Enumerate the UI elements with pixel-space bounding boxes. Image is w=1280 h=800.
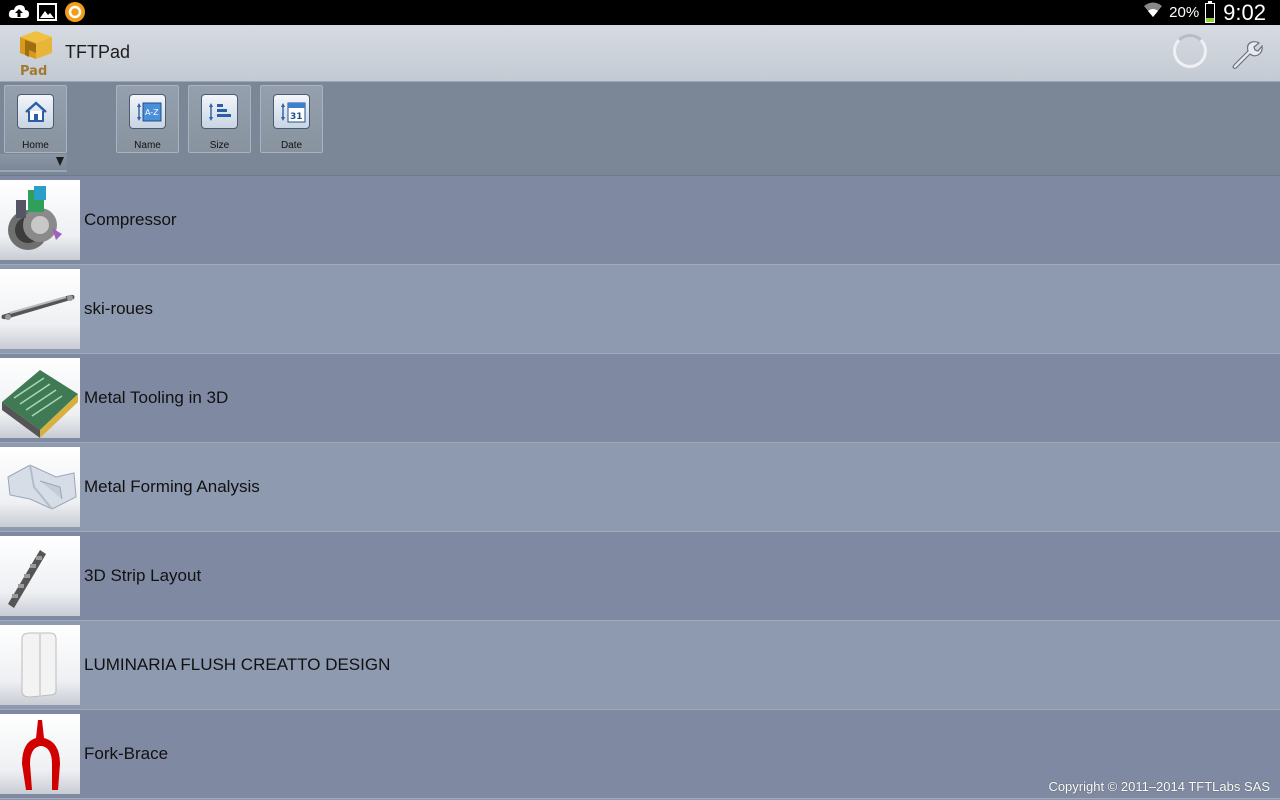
compressor-thumbnail xyxy=(0,180,80,260)
list-item-title: Compressor xyxy=(84,210,177,229)
app-title: TFTPad xyxy=(65,42,131,62)
gallery-icon xyxy=(36,2,58,22)
loading-spinner xyxy=(1173,34,1207,68)
name-label: Name xyxy=(134,140,161,151)
action-bar: Pad TFTPad xyxy=(0,25,1280,82)
list-item-3d-strip-layout[interactable]: 3D Strip Layout xyxy=(0,532,1280,621)
home-label: Home xyxy=(22,140,49,151)
sort-alpha-icon: A-Z xyxy=(136,102,161,121)
sync-app-icon xyxy=(64,2,86,22)
svg-text:31: 31 xyxy=(290,112,303,122)
sort-by-date-button[interactable]: 31 Date xyxy=(260,85,323,153)
svg-text:Pad: Pad xyxy=(20,64,47,77)
list-item-luminaria[interactable]: LUMINARIA FLUSH CREATTO DESIGN xyxy=(0,621,1280,710)
list-item-metal-forming[interactable]: Metal Forming Analysis xyxy=(0,443,1280,532)
list-item-ski-roues[interactable]: ski-roues xyxy=(0,265,1280,354)
list-item-title: Metal Forming Analysis xyxy=(84,477,260,496)
list-item-title: Fork-Brace xyxy=(84,744,169,763)
home-button[interactable]: Home xyxy=(4,85,67,153)
sort-by-name-button[interactable]: A-Z Name xyxy=(116,85,179,153)
size-label: Size xyxy=(209,140,230,151)
strip-layout-thumbnail xyxy=(0,536,80,616)
list-item-metal-tooling[interactable]: Metal Tooling in 3D xyxy=(0,354,1280,443)
sort-size-icon xyxy=(208,102,231,121)
sort-by-size-button[interactable]: Size xyxy=(188,85,251,153)
app-logo[interactable]: Pad xyxy=(16,29,56,79)
sort-toolbar: Home A-Z Name Size 31 Date xyxy=(0,82,1280,176)
model-list: Compressor ski-roues Metal Tooling in 3D… xyxy=(0,176,1280,799)
list-item-title: LUMINARIA FLUSH CREATTO DESIGN xyxy=(84,655,391,674)
metal-tooling-thumbnail xyxy=(0,358,80,438)
home-icon xyxy=(24,100,47,122)
list-item-compressor[interactable]: Compressor xyxy=(0,176,1280,265)
ski-roues-thumbnail xyxy=(0,269,80,349)
clock: 9:02 xyxy=(1223,0,1266,25)
cloud-upload-icon xyxy=(8,2,30,22)
status-bar: 20% 9:02 xyxy=(0,0,1280,25)
date-label: Date xyxy=(280,140,303,151)
wrench-icon xyxy=(1232,41,1263,69)
notification-icons xyxy=(8,2,86,22)
metal-forming-thumbnail xyxy=(0,447,80,527)
svg-text:A-Z: A-Z xyxy=(145,108,159,117)
list-item-title: 3D Strip Layout xyxy=(84,566,202,585)
list-item-title: ski-roues xyxy=(84,299,153,318)
settings-button[interactable] xyxy=(1230,37,1264,71)
calendar-icon: 31 xyxy=(280,102,305,122)
fork-brace-thumbnail xyxy=(0,714,80,794)
battery-percent: 20% xyxy=(1169,4,1200,21)
luminaria-thumbnail xyxy=(0,625,80,705)
home-dropdown[interactable] xyxy=(0,154,67,172)
wifi-icon xyxy=(1143,1,1163,24)
battery-icon xyxy=(1205,0,1216,23)
list-item-title: Metal Tooling in 3D xyxy=(84,388,229,407)
copyright-text: Copyright © 2011–2014 TFTLabs SAS xyxy=(1048,779,1270,794)
dropdown-arrow-icon xyxy=(56,157,64,166)
